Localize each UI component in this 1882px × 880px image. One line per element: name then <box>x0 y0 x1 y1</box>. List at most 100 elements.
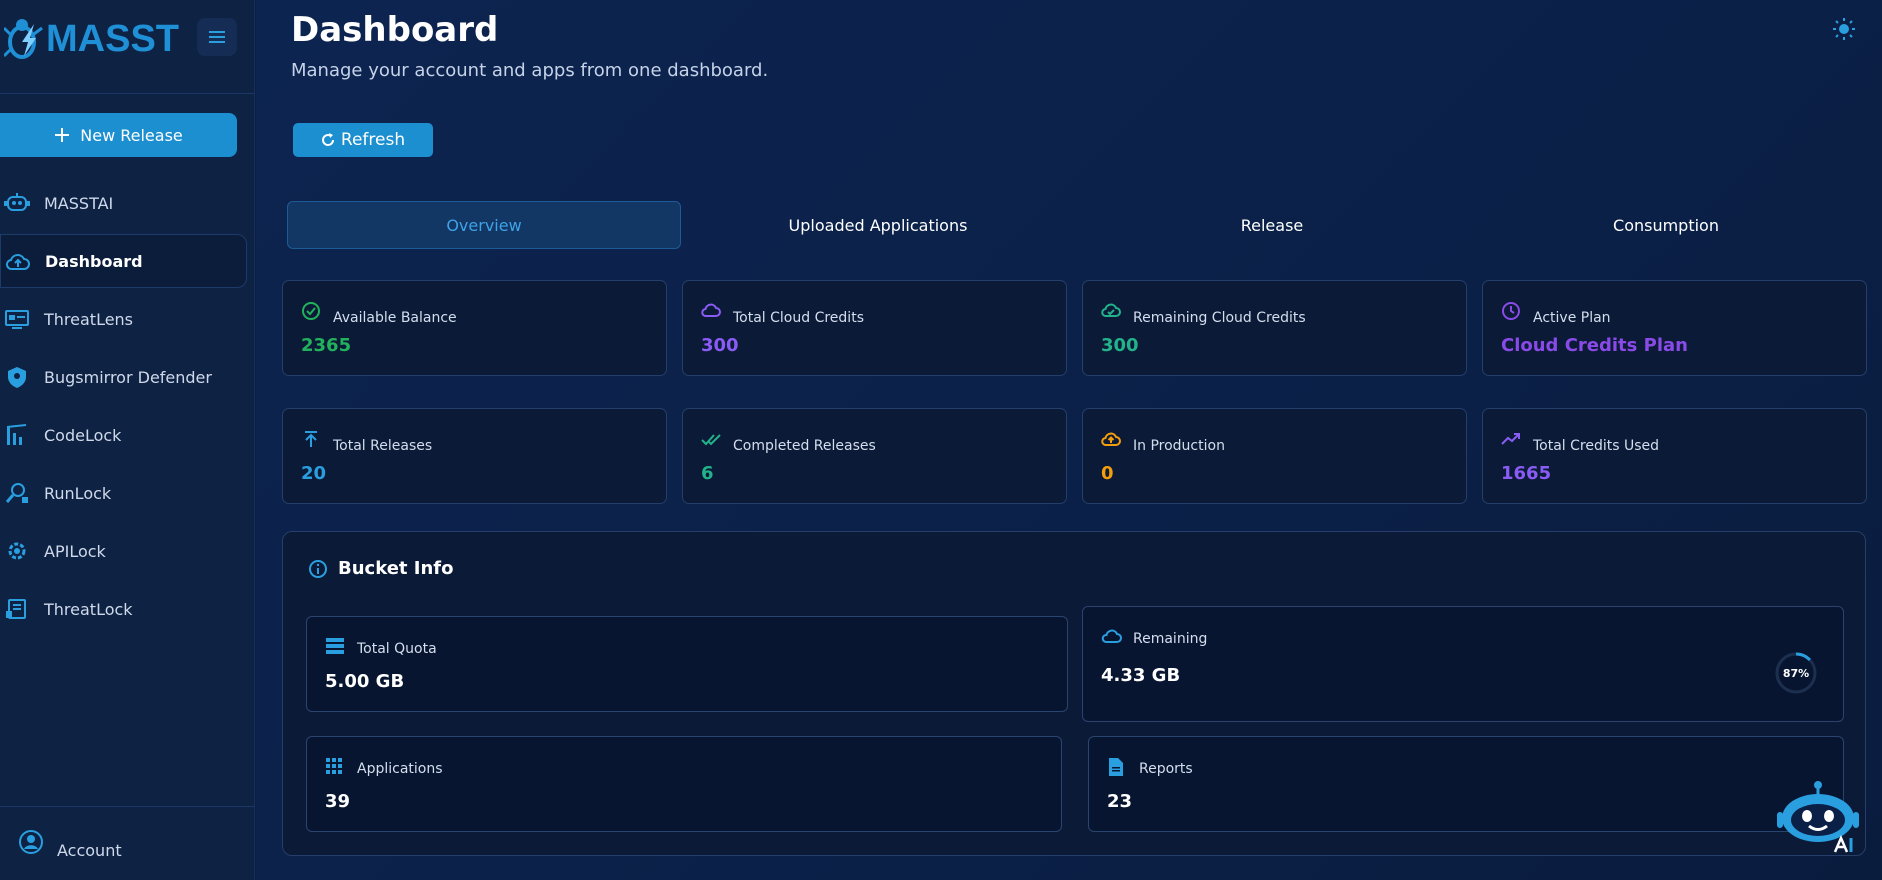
stat-label: Active Plan <box>1533 310 1611 326</box>
sidebar-item-label: CodeLock <box>44 425 122 445</box>
stat-value: 300 <box>701 335 739 356</box>
remaining-value: 4.33 GB <box>1101 665 1181 686</box>
cloud-icon <box>701 303 721 317</box>
page-title: Dashboard <box>291 10 499 50</box>
document-icon <box>1109 758 1123 776</box>
sidebar: MASST New Release MASSTAI Dashboard Thre… <box>0 0 255 880</box>
sidebar-item-label: RunLock <box>44 483 112 503</box>
stat-value: 300 <box>1101 335 1139 356</box>
stat-card-available-balance: Available Balance 2365 <box>282 280 667 376</box>
sidebar-item-label: Bugsmirror Defender <box>44 367 212 387</box>
stat-label: Total Releases <box>333 438 433 454</box>
stat-card-remaining-cloud-credits: Remaining Cloud Credits 300 <box>1082 280 1467 376</box>
stat-label: In Production <box>1133 438 1225 454</box>
cloud-upload-icon <box>5 254 30 270</box>
user-circle-icon <box>19 830 43 854</box>
tab-overview[interactable]: Overview <box>287 201 681 249</box>
refresh-button[interactable]: Refresh <box>293 123 433 157</box>
stat-label: Total Cloud Credits <box>733 310 864 326</box>
tab-uploaded-applications[interactable]: Uploaded Applications <box>681 201 1075 249</box>
threatlock-icon <box>6 599 26 619</box>
apilock-icon <box>8 542 26 560</box>
reports-label: Reports <box>1139 761 1193 777</box>
sidebar-item-label: MASSTAI <box>44 193 114 213</box>
sun-icon[interactable] <box>1833 18 1855 40</box>
total-quota-card: Total Quota 5.00 GB <box>306 616 1068 712</box>
trending-up-icon <box>1501 433 1520 445</box>
reports-value: 23 <box>1107 791 1133 812</box>
tab-consumption[interactable]: Consumption <box>1469 201 1863 249</box>
sidebar-item-threatlock[interactable]: ThreatLock <box>0 582 255 636</box>
upload-arrow-icon <box>305 431 317 447</box>
sidebar-item-dashboard[interactable]: Dashboard <box>0 234 247 288</box>
shield-icon <box>8 367 26 388</box>
main-content: Dashboard Manage your account and apps f… <box>256 0 1882 880</box>
grid-icon <box>326 758 342 774</box>
stat-label: Remaining Cloud Credits <box>1133 310 1306 326</box>
stat-value: 6 <box>701 463 714 484</box>
sidebar-item-label: ThreatLock <box>44 599 133 619</box>
sidebar-item-apilock[interactable]: APILock <box>0 524 255 578</box>
stat-value: 0 <box>1101 463 1114 484</box>
account-label: Account <box>57 841 122 860</box>
sidebar-nav: MASSTAI Dashboard ThreatLens Bugsmirror … <box>0 176 255 640</box>
threatlens-icon <box>5 310 29 329</box>
stat-label: Available Balance <box>333 310 457 326</box>
applications-value: 39 <box>325 791 351 812</box>
info-icon <box>309 559 327 578</box>
stat-value: 1665 <box>1501 463 1552 484</box>
applications-card: Applications 39 <box>306 736 1062 832</box>
tab-release[interactable]: Release <box>1075 201 1469 249</box>
stat-card-active-plan: Active Plan Cloud Credits Plan <box>1482 280 1867 376</box>
stat-label: Total Credits Used <box>1533 438 1660 454</box>
plus-icon <box>55 128 70 142</box>
reports-card: Reports 23 <box>1088 736 1844 832</box>
applications-label: Applications <box>357 761 443 777</box>
cloud-upload-icon <box>1101 432 1121 446</box>
sidebar-item-label: APILock <box>44 541 106 561</box>
stat-card-completed-releases: Completed Releases 6 <box>682 408 1067 504</box>
robot-icon <box>4 193 30 211</box>
bucket-title: Bucket Info <box>338 558 454 579</box>
account-button[interactable]: Account <box>0 806 255 880</box>
cloud-check-icon <box>1101 303 1121 317</box>
assistant-bot-icon[interactable] <box>1775 780 1861 856</box>
clock-icon <box>1502 302 1520 320</box>
sidebar-item-label: Dashboard <box>45 251 143 271</box>
brand-logo[interactable]: MASST <box>4 16 179 62</box>
page-subtitle: Manage your account and apps from one da… <box>291 60 769 81</box>
brand-name: MASST <box>46 17 179 60</box>
sidebar-item-codelock[interactable]: CodeLock <box>0 408 255 462</box>
remaining-progress-ring: 87% <box>1774 651 1818 695</box>
stat-value: 2365 <box>301 335 352 356</box>
double-check-icon <box>701 434 721 446</box>
cloud-icon <box>1101 629 1122 643</box>
bucket-info-panel: Bucket Info Total Quota 5.00 GB Remainin… <box>282 531 1866 856</box>
refresh-label: Refresh <box>340 130 406 150</box>
runlock-icon <box>5 483 28 503</box>
remaining-label: Remaining <box>1133 631 1208 647</box>
bucket-header: Bucket Info <box>308 558 453 579</box>
remaining-card: Remaining 4.33 GB 87% <box>1082 606 1844 722</box>
refresh-icon <box>321 133 334 146</box>
sidebar-item-bugsmirror-defender[interactable]: Bugsmirror Defender <box>0 350 255 404</box>
remaining-percent: 87% <box>1782 666 1810 680</box>
menu-toggle-button[interactable] <box>197 18 237 56</box>
check-circle-icon <box>302 302 320 320</box>
codelock-icon <box>6 424 27 445</box>
stat-card-total-credits-used: Total Credits Used 1665 <box>1482 408 1867 504</box>
new-release-label: New Release <box>80 125 183 145</box>
sidebar-item-label: ThreatLens <box>44 309 134 329</box>
logo-row: MASST <box>0 0 255 94</box>
sidebar-item-threatlens[interactable]: ThreatLens <box>0 292 255 346</box>
stat-card-total-releases: Total Releases 20 <box>282 408 667 504</box>
sidebar-item-runlock[interactable]: RunLock <box>0 466 255 520</box>
stat-value: Cloud Credits Plan <box>1501 335 1688 356</box>
new-release-button[interactable]: New Release <box>0 113 237 157</box>
quota-label: Total Quota <box>357 641 437 657</box>
hamburger-icon <box>209 31 225 43</box>
stat-value: 20 <box>301 463 327 484</box>
stat-label: Completed Releases <box>733 438 876 454</box>
database-icon <box>326 638 344 654</box>
sidebar-item-masstai[interactable]: MASSTAI <box>0 176 255 230</box>
